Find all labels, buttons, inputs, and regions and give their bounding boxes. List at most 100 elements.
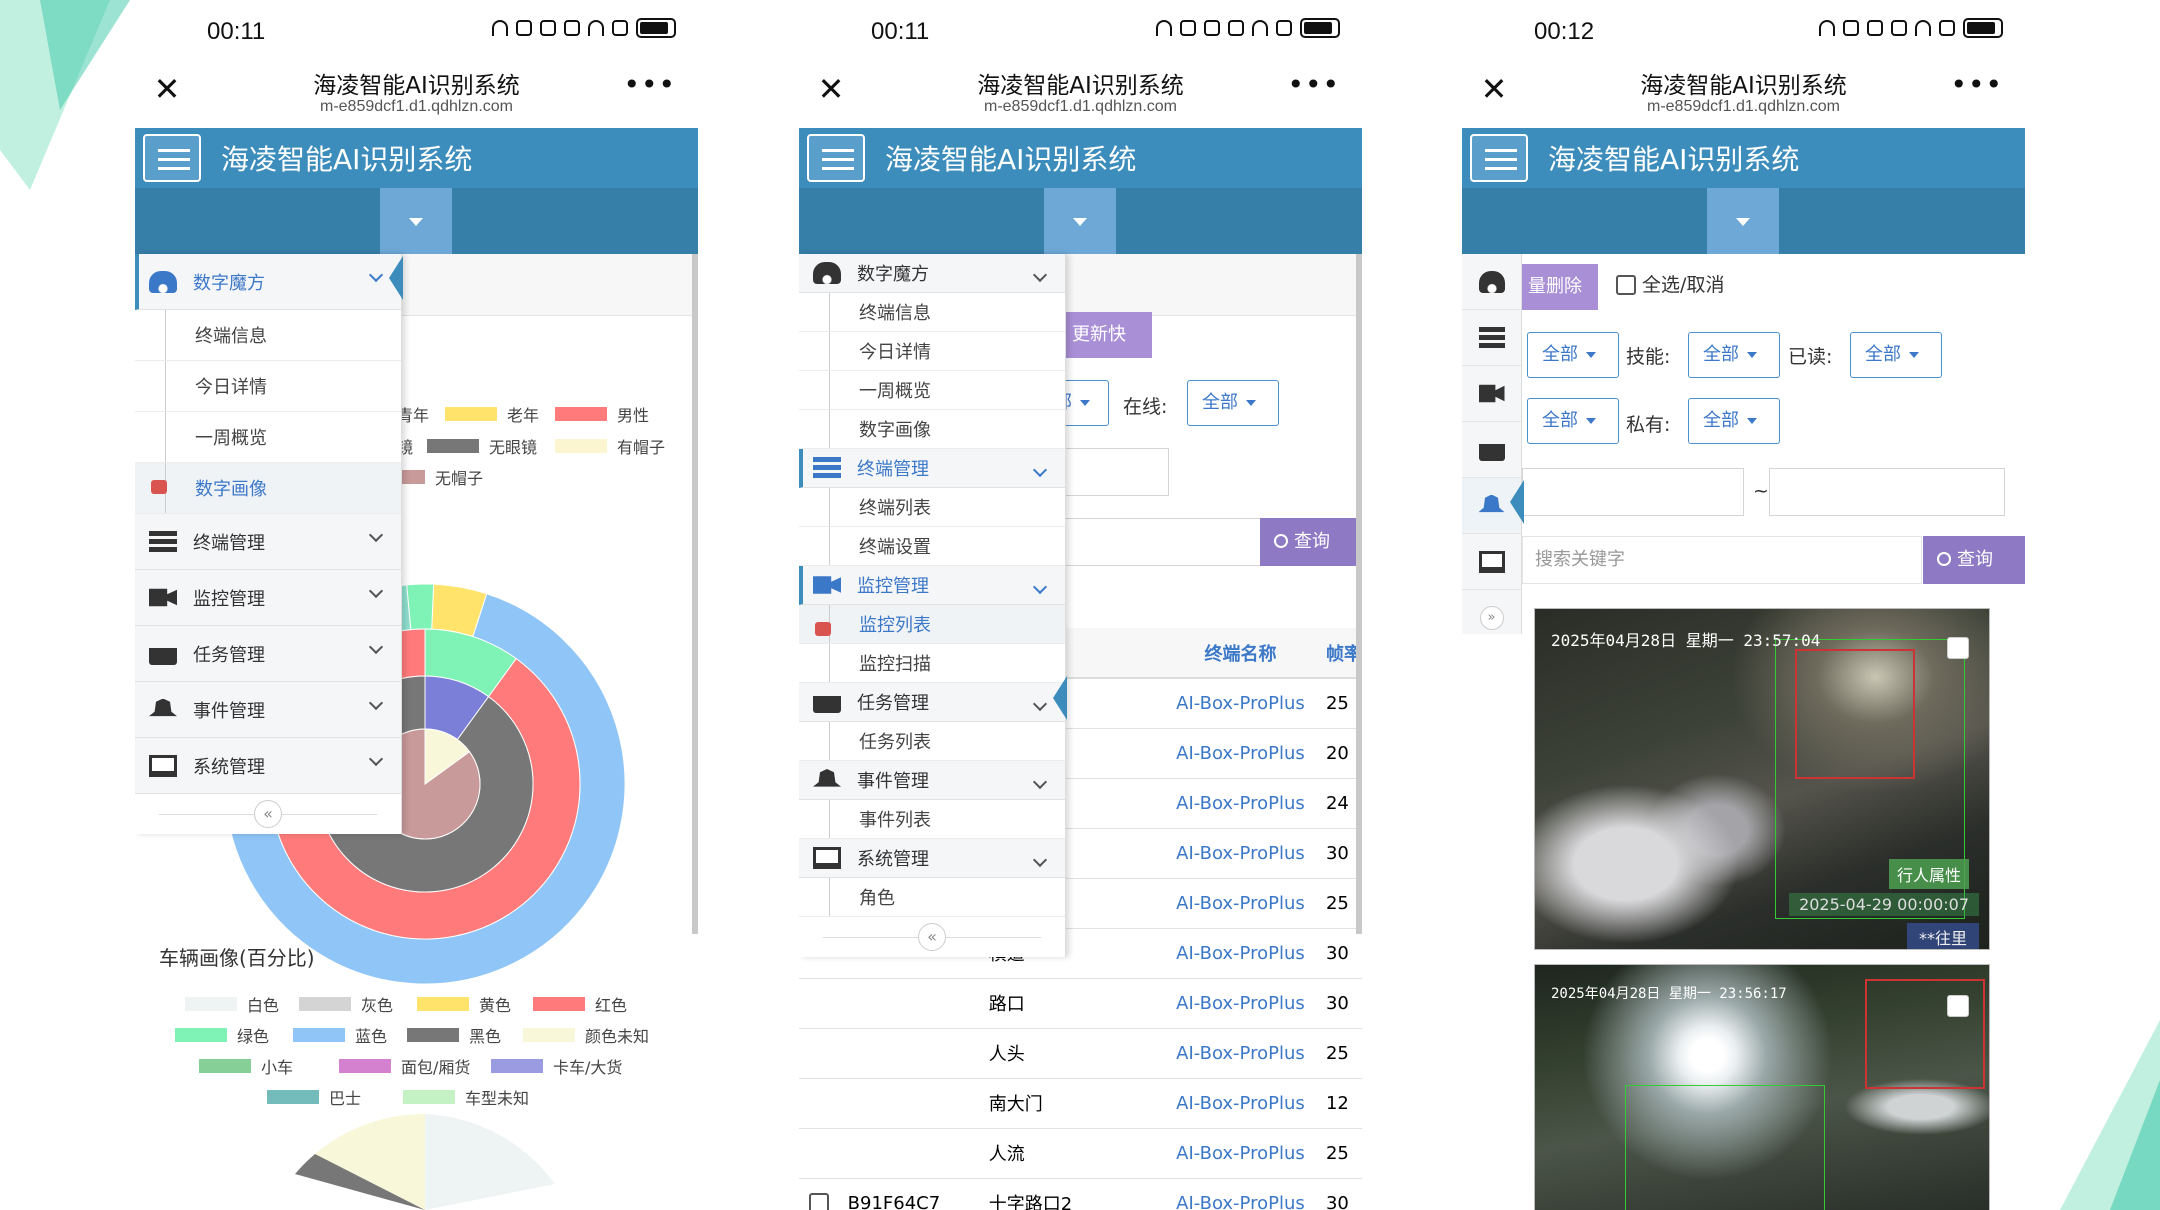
keyword-search-input[interactable]: 搜索关键字 [1522,536,1922,584]
row-terminal-link[interactable]: AI-Box-ProPlus [1154,678,1326,729]
sidebar-group-0[interactable]: 数字魔方 [799,254,1065,293]
row-checkbox[interactable] [809,1192,829,1210]
table-row[interactable]: 路口 AI-Box-ProPlus 30 [799,978,1362,1029]
online-label: 在线: [1123,396,1168,418]
menu-toggle-button[interactable] [1470,134,1528,182]
sidebar-group-5[interactable]: 系统管理 [799,839,1065,878]
filter-select[interactable]: 全部 [1527,332,1619,378]
table-row[interactable]: 人头 AI-Box-ProPlus 25 [799,1028,1362,1079]
sidebar-subitem[interactable]: 事件列表 [799,800,1065,839]
dropdown-toggle[interactable] [1707,188,1779,254]
sidebar-subitem[interactable]: 角色 [799,878,1065,917]
rail-item-task[interactable] [1462,422,1521,478]
table-row[interactable]: B91F64C7 十字路口2 AI-Box-ProPlus 30 [799,1178,1362,1210]
end-date-input[interactable] [1769,468,2005,516]
expand-sidebar-button[interactable]: » [1479,606,1504,630]
private-select[interactable]: 全部 [1688,398,1780,444]
row-checkbox-cell[interactable] [799,1028,848,1079]
select-all-toggle[interactable]: 全选/取消 [1616,270,1724,297]
sidebar-subitem[interactable]: 终端列表 [799,488,1065,527]
row-checkbox-cell[interactable] [799,1128,848,1179]
legend-swatch [491,1059,543,1073]
refresh-snapshot-button[interactable]: 更新快照 [1054,312,1152,391]
row-checkbox-cell[interactable] [799,1178,848,1210]
row-terminal-link[interactable]: AI-Box-ProPlus [1154,928,1326,979]
search-input[interactable] [1049,518,1285,566]
more-icon[interactable]: ••• [623,68,676,101]
rail-item-monitor[interactable] [1462,366,1521,422]
title-bar: ✕ 海凌智能AI识别系统 m-e859dcf1.d1.qdhlzn.com ••… [1462,62,2025,128]
sidebar-subitem[interactable]: 今日详情 [799,332,1065,371]
sidebar-item-terminal[interactable]: 终端管理 [135,514,401,570]
sidebar-group-4[interactable]: 事件管理 [799,761,1065,800]
legend-item: 黄色 [417,992,511,1016]
row-terminal-link[interactable]: AI-Box-ProPlus [1154,778,1326,829]
snapshot-card[interactable]: 2025年04月28日 星期一 23:57:04 行人属性 2025-04-29… [1534,608,1990,950]
sidebar-item-monitor[interactable]: 监控管理 [135,570,401,626]
sidebar-subitem-today[interactable]: 今日详情 [135,361,401,412]
row-terminal-link[interactable]: AI-Box-ProPlus [1154,828,1326,879]
table-row[interactable]: 人流 AI-Box-ProPlus 25 [799,1128,1362,1179]
rail-item-terminal[interactable] [1462,310,1521,366]
online-select[interactable]: 全部 [1187,380,1279,426]
sidebar-item-system[interactable]: 系统管理 [135,738,401,794]
start-date-input[interactable] [1522,468,1744,516]
sidebar-subitem[interactable]: 数字画像 [799,410,1065,449]
query-button[interactable]: 查询 [1260,518,1362,566]
sidebar-item-digital-cube[interactable]: 数字魔方 [135,254,401,310]
sidebar-subitem-terminal-info[interactable]: 终端信息 [135,310,401,361]
filter-select-2[interactable]: 全部 [1527,398,1619,444]
skill-label: 技能: [1626,346,1671,368]
sidebar-subitem[interactable]: 终端设置 [799,527,1065,566]
row-checkbox-cell[interactable] [799,978,848,1029]
snapshot-checkbox[interactable] [1947,995,1969,1017]
row-terminal-link[interactable]: AI-Box-ProPlus [1154,1128,1326,1179]
snapshot-card[interactable]: 2025年04月28日 星期一 23:56:17 [1534,964,1990,1210]
sidebar-subitem-week[interactable]: 一周概览 [135,412,401,463]
row-terminal-link[interactable]: AI-Box-ProPlus [1154,878,1326,929]
snapshot-checkbox[interactable] [1947,637,1969,659]
skill-select[interactable]: 全部 [1688,332,1780,378]
row-terminal-link[interactable]: AI-Box-ProPlus [1154,1178,1326,1210]
read-select[interactable]: 全部 [1850,332,1942,378]
filter-input[interactable] [1049,448,1169,496]
scrollbar[interactable] [1356,254,1362,934]
rail-item-digital-cube[interactable] [1462,254,1521,310]
rail-expand[interactable]: » [1462,590,1521,646]
row-checkbox-cell[interactable] [799,1078,848,1129]
row-terminal-link[interactable]: AI-Box-ProPlus [1154,1078,1326,1129]
row-terminal-link[interactable]: AI-Box-ProPlus [1154,1028,1326,1079]
more-icon[interactable]: ••• [1287,68,1340,101]
scrollbar[interactable] [692,254,698,934]
menu-toggle-button[interactable] [807,134,865,182]
sidebar-subitem[interactable]: 监控扫描 [799,644,1065,683]
batch-delete-button[interactable]: 量删除 [1522,264,1598,310]
sidebar-subitem[interactable]: 任务列表 [799,722,1065,761]
row-name-cell: 人头 [980,1028,1155,1079]
status-icons [492,18,676,38]
select-all-checkbox[interactable] [1616,275,1636,295]
table-row[interactable]: 南大门 AI-Box-ProPlus 12 [799,1078,1362,1129]
collapse-sidebar-button[interactable]: « [918,923,946,951]
sidebar-item-event[interactable]: 事件管理 [135,682,401,738]
dropdown-toggle[interactable] [1044,188,1116,254]
sidebar-group-3[interactable]: 任务管理 [799,683,1065,722]
sidebar-subitem[interactable]: 监控列表 [799,605,1065,644]
sidebar-item-task[interactable]: 任务管理 [135,626,401,682]
sidebar-subitem-portrait[interactable]: 数字画像 [135,463,401,514]
dropdown-toggle[interactable] [380,188,452,254]
sidebar-subitem[interactable]: 终端信息 [799,293,1065,332]
rail-item-system[interactable] [1462,534,1521,590]
legend-swatch [523,1028,575,1042]
query-button[interactable]: 查询 [1923,536,2025,584]
collapse-sidebar-button[interactable]: « [254,800,282,828]
row-terminal-link[interactable]: AI-Box-ProPlus [1154,978,1326,1029]
legend-item: 黑色 [407,1023,501,1047]
row-terminal-link[interactable]: AI-Box-ProPlus [1154,728,1326,779]
sidebar-subitem[interactable]: 一周概览 [799,371,1065,410]
sidebar-group-1[interactable]: 终端管理 [799,449,1065,488]
more-icon[interactable]: ••• [1950,68,2003,101]
sidebar-group-2[interactable]: 监控管理 [799,566,1065,605]
menu-toggle-button[interactable] [143,134,201,182]
decor-left [0,0,130,190]
